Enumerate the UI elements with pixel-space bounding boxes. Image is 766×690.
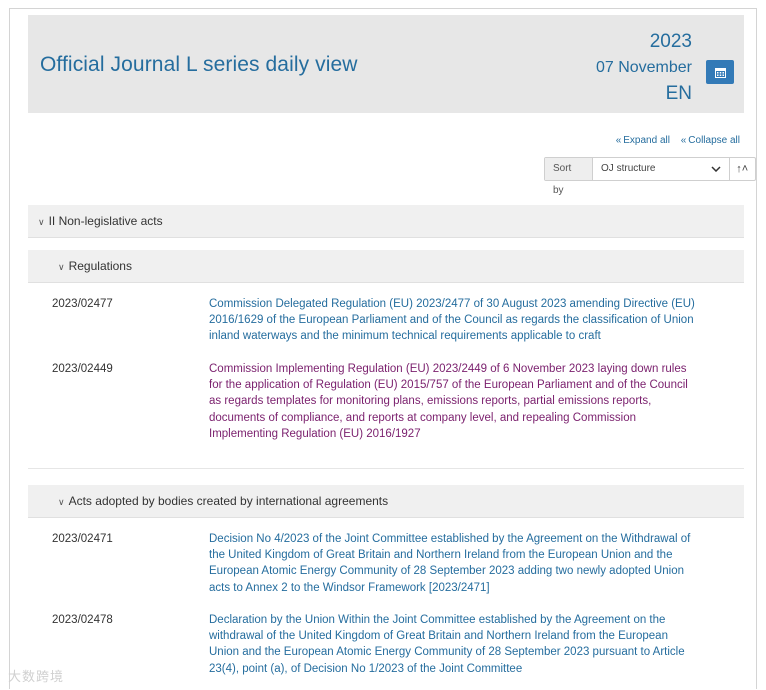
- double-chevron-up-icon: «: [680, 135, 687, 146]
- sort-control: Sort by OJ structure ↑˄: [544, 157, 756, 196]
- expand-all-link[interactable]: «Expand all: [616, 135, 670, 146]
- section-acts-bodies[interactable]: ∨ Acts adopted by bodies created by inter…: [28, 485, 744, 518]
- sort-select-value: OJ structure: [601, 163, 656, 174]
- double-chevron-down-icon: «: [615, 135, 622, 146]
- document-title-link[interactable]: Declaration by the Union Within the Join…: [209, 612, 699, 677]
- document-title-link[interactable]: Commission Delegated Regulation (EU) 202…: [209, 296, 699, 345]
- header-banner: Official Journal L series daily view 202…: [28, 15, 744, 113]
- calendar-button[interactable]: [706, 60, 734, 84]
- document-number: 2023/02478: [52, 614, 113, 626]
- sort-label: Sort by: [545, 158, 594, 196]
- collapse-all-link[interactable]: «Collapse all: [681, 135, 740, 146]
- chevron-down-icon: ∨: [58, 497, 65, 507]
- section-regulations[interactable]: ∨ Regulations: [28, 250, 744, 283]
- page-frame: Official Journal L series daily view 202…: [9, 8, 757, 689]
- sort-direction-button[interactable]: ↑˄: [728, 158, 755, 180]
- chevron-down-icon: ∨: [58, 262, 65, 272]
- document-number: 2023/02471: [52, 533, 113, 545]
- expand-collapse-links: «Expand all «Collapse all: [608, 135, 740, 146]
- page-title: Official Journal L series daily view: [40, 53, 358, 76]
- sort-select[interactable]: OJ structure: [593, 158, 729, 180]
- chevron-down-icon: ∨: [38, 217, 45, 227]
- divider: [28, 468, 744, 469]
- document-title-link[interactable]: Commission Implementing Regulation (EU) …: [209, 361, 699, 442]
- sort-ascending-icon: ↑˄: [736, 163, 749, 175]
- chevron-down-icon: [711, 166, 721, 172]
- document-number: 2023/02449: [52, 363, 113, 375]
- date-year: 2023: [649, 31, 692, 52]
- date-language: EN: [665, 83, 692, 104]
- date-display: 2023 07 November EN: [596, 29, 692, 107]
- date-day: 07 November: [595, 59, 692, 76]
- watermark-logo: 大数跨境: [8, 669, 65, 684]
- section-non-legislative[interactable]: ∨ II Non-legislative acts: [28, 205, 744, 238]
- document-number: 2023/02477: [52, 298, 113, 310]
- document-title-link[interactable]: Decision No 4/2023 of the Joint Committe…: [209, 531, 699, 596]
- calendar-icon: [714, 67, 726, 78]
